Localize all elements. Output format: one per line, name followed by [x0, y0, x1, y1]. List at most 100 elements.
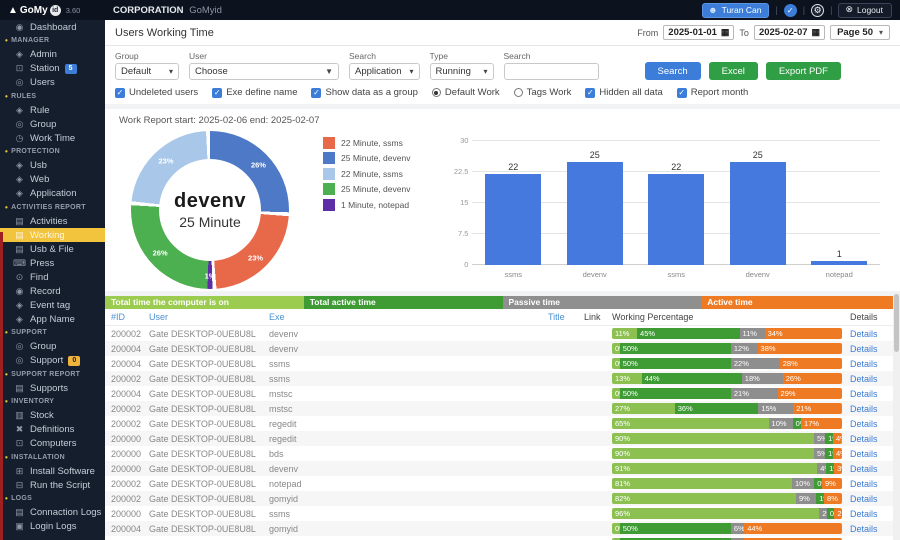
- bar-segment-gy: 2%: [819, 508, 827, 519]
- details-link[interactable]: Details: [850, 434, 878, 444]
- sidebar-item-run-the-script[interactable]: ⊟Run the Script: [0, 478, 105, 492]
- gear-icon[interactable]: ⚙: [811, 4, 824, 17]
- sidebar-item-group[interactable]: ◎Group: [0, 117, 105, 131]
- search-button[interactable]: Search: [645, 62, 701, 80]
- checkbox-show-data-as-a-group[interactable]: ✓Show data as a group: [311, 87, 417, 98]
- sidebar-item-definitions[interactable]: ✖Definitions: [0, 423, 105, 437]
- table-row[interactable]: 200000Gate DESKTOP-0UE8U8Lssms96%2%0%2%D…: [105, 506, 900, 521]
- bar-devenv[interactable]: 25: [730, 162, 786, 265]
- table-row[interactable]: 200002Gate DESKTOP-0UE8U8Ldevenv11%45%11…: [105, 326, 900, 341]
- details-link[interactable]: Details: [850, 329, 878, 339]
- bar-segment-or: 17%: [801, 418, 842, 429]
- bar-ssms[interactable]: 22: [648, 174, 704, 265]
- sidebar-item-users[interactable]: ◎Users: [0, 76, 105, 90]
- radio-tags-work[interactable]: Tags Work: [514, 87, 572, 98]
- user-select[interactable]: Choose▼: [189, 63, 339, 80]
- column-header-title[interactable]: Title: [548, 312, 584, 322]
- sidebar-item-rule[interactable]: ◈Rule: [0, 103, 105, 117]
- table-row[interactable]: 200002Gate DESKTOP-0UE8U8Lssms13%44%18%2…: [105, 371, 900, 386]
- sidebar-item-supports[interactable]: ▤Supports: [0, 381, 105, 395]
- table-row[interactable]: 200002Gate DESKTOP-0UE8U8Lgomyid82%9%1%8…: [105, 491, 900, 506]
- details-link[interactable]: Details: [850, 359, 878, 369]
- details-link[interactable]: Details: [850, 494, 878, 504]
- table-row[interactable]: 200000Gate DESKTOP-0UE8U8Lbds90%5%1%4%De…: [105, 446, 900, 461]
- to-date-input[interactable]: 2025-02-07 ▦: [754, 25, 825, 40]
- table-row[interactable]: 200004Gate DESKTOP-0UE8U8Ldevenv0%50%12%…: [105, 341, 900, 356]
- sidebar-item-press[interactable]: ⌨Press: [0, 256, 105, 270]
- bar-notepad[interactable]: 1: [811, 261, 867, 265]
- sidebar-item-connaction-logs[interactable]: ▤Connaction Logs: [0, 506, 105, 520]
- sidebar-item-group[interactable]: ◎Group: [0, 340, 105, 354]
- sidebar-item-activities[interactable]: ▤Activities: [0, 214, 105, 228]
- table-row[interactable]: 200004Gate DESKTOP-0UE8U8Lnotepad0%50%6%…: [105, 536, 900, 540]
- type-select[interactable]: Running▾: [430, 63, 494, 80]
- details-link[interactable]: Details: [850, 419, 878, 429]
- details-link[interactable]: Details: [850, 524, 878, 534]
- shield-check-icon[interactable]: ✓: [784, 4, 797, 17]
- details-link[interactable]: Details: [850, 464, 878, 474]
- sidebar-scrollbar[interactable]: [0, 232, 3, 540]
- column-header-id[interactable]: #ID: [105, 312, 149, 322]
- details-link[interactable]: Details: [850, 344, 878, 354]
- sidebar-item-event-tag[interactable]: ◈Event tag: [0, 298, 105, 312]
- bar-devenv[interactable]: 25: [567, 162, 623, 265]
- sidebar-item-support[interactable]: ◎Support0: [0, 354, 105, 368]
- user-icon: ☻: [708, 5, 717, 15]
- sidebar-item-application[interactable]: ◈Application: [0, 187, 105, 201]
- sidebar-item-computers[interactable]: ⊡Computers: [0, 437, 105, 451]
- page-size-select[interactable]: Page 50 ▾: [830, 25, 890, 40]
- table-scrollbar[interactable]: [893, 292, 900, 540]
- checkbox-hidden-all-data[interactable]: ✓Hidden all data: [585, 87, 662, 98]
- sidebar-item-stock[interactable]: ▥Stock: [0, 409, 105, 423]
- sidebar-section-label: SUPPORT REPORT: [11, 371, 80, 378]
- sidebar-item-dashboard[interactable]: ◉Dashboard: [0, 20, 105, 34]
- column-header-user[interactable]: User: [149, 312, 269, 322]
- bar-ssms[interactable]: 22: [485, 174, 541, 265]
- sidebar-item-login-logs[interactable]: ▣Login Logs: [0, 520, 105, 534]
- checkbox-exe-define-name[interactable]: ✓Exe define name: [212, 87, 297, 98]
- sidebar-item-web[interactable]: ◈Web: [0, 173, 105, 187]
- table-row[interactable]: 200002Gate DESKTOP-0UE8U8Lmstsc27%36%15%…: [105, 401, 900, 416]
- sidebar-item-station[interactable]: ⊡Station5: [0, 62, 105, 76]
- sidebar-item-record[interactable]: ◉Record: [0, 284, 105, 298]
- table-row[interactable]: 200004Gate DESKTOP-0UE8U8Lgomyid0%50%6%4…: [105, 521, 900, 536]
- sidebar-item-app-name[interactable]: ◈App Name: [0, 312, 105, 326]
- details-link[interactable]: Details: [850, 479, 878, 489]
- excel-button[interactable]: Excel: [709, 62, 758, 80]
- sidebar-item-admin[interactable]: ◈Admin: [0, 48, 105, 62]
- checkbox-icon: ✓: [212, 88, 222, 98]
- table-row[interactable]: 200004Gate DESKTOP-0UE8U8Lssms0%50%22%28…: [105, 356, 900, 371]
- logout-button[interactable]: ⊗ Logout: [838, 3, 892, 18]
- checkbox-undeleted-users[interactable]: ✓Undeleted users: [115, 87, 198, 98]
- details-link[interactable]: Details: [850, 404, 878, 414]
- table-row[interactable]: 200002Gate DESKTOP-0UE8U8Lregedit65%10%0…: [105, 416, 900, 431]
- sidebar-section-label: INSTALLATION: [11, 454, 65, 461]
- from-date-input[interactable]: 2025-01-01 ▦: [663, 25, 734, 40]
- sidebar-item-work-time[interactable]: ◷Work Time: [0, 131, 105, 145]
- table-row[interactable]: 200000Gate DESKTOP-0UE8U8Lregedit90%5%1%…: [105, 431, 900, 446]
- group-select[interactable]: Default▾: [115, 63, 179, 80]
- table-row[interactable]: 200002Gate DESKTOP-0UE8U8Lnotepad81%10%0…: [105, 476, 900, 491]
- table-row[interactable]: 200004Gate DESKTOP-0UE8U8Lmstsc0%50%21%2…: [105, 386, 900, 401]
- checkbox-report-month[interactable]: ✓Report month: [677, 87, 749, 98]
- filter-field-group: GroupDefault▾: [115, 51, 179, 80]
- search-input[interactable]: [504, 63, 599, 80]
- details-link[interactable]: Details: [850, 389, 878, 399]
- export-pdf-button[interactable]: Export PDF: [766, 62, 841, 80]
- details-link[interactable]: Details: [850, 374, 878, 384]
- rule-shield-icon: ◈: [13, 105, 26, 116]
- column-header-exe[interactable]: Exe: [269, 312, 548, 322]
- sidebar-item-working[interactable]: ▤Working: [0, 228, 105, 242]
- search-type-select[interactable]: Application▾: [349, 63, 420, 80]
- sidebar-item-usb[interactable]: ◈Usb: [0, 159, 105, 173]
- band-passive-time: Passive time: [503, 296, 702, 309]
- user-account-button[interactable]: ☻ Turan Can: [702, 3, 769, 18]
- sidebar-item-find[interactable]: ⊙Find: [0, 270, 105, 284]
- radio-default-work[interactable]: Default Work: [432, 87, 500, 98]
- table-row[interactable]: 200000Gate DESKTOP-0UE8U8Ldevenv91%4%1%3…: [105, 461, 900, 476]
- scrollbar-thumb[interactable]: [894, 294, 899, 352]
- details-link[interactable]: Details: [850, 509, 878, 519]
- details-link[interactable]: Details: [850, 449, 878, 459]
- sidebar-item-usb-file[interactable]: ▤Usb & File: [0, 242, 105, 256]
- sidebar-item-install-software[interactable]: ⊞Install Software: [0, 464, 105, 478]
